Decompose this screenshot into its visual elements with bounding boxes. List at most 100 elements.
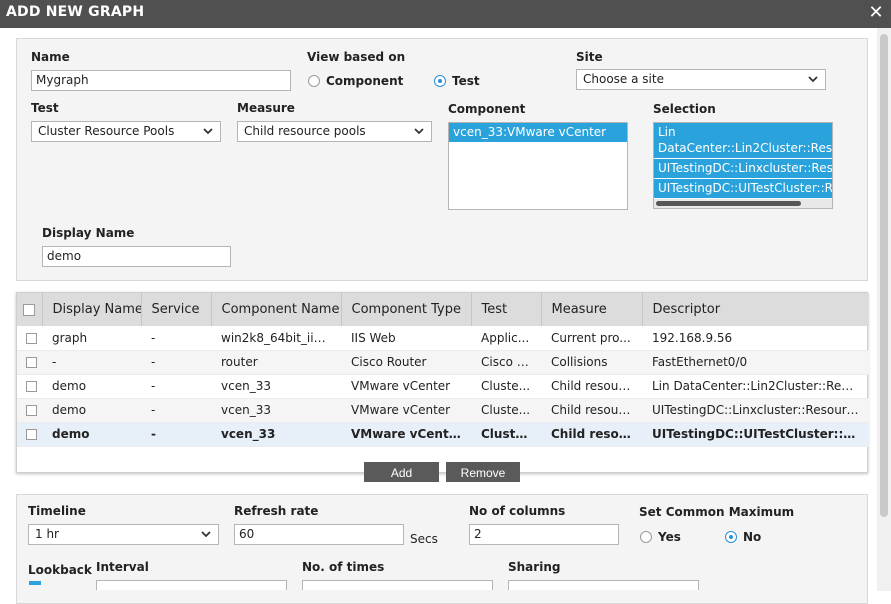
table-cell: router [211, 350, 341, 375]
table-cell: - [141, 350, 211, 375]
row-checkbox[interactable] [26, 357, 37, 368]
table-row[interactable]: demo - vcen_33 VMware vCenter Cluste... … [17, 398, 869, 423]
row-select-cell[interactable] [17, 422, 42, 447]
row-select-cell[interactable] [17, 398, 42, 423]
table-cell: Child resou... [541, 422, 642, 447]
chevron-down-icon [808, 76, 818, 83]
view-test-label: Test [452, 74, 480, 88]
refresh-rate-unit: Secs [410, 532, 438, 546]
row-select-cell[interactable] [17, 374, 42, 399]
column-header[interactable]: Measure [541, 293, 643, 326]
no-of-columns-label: No of columns [469, 504, 566, 518]
column-header[interactable]: Descriptor [642, 293, 869, 326]
component-list-item[interactable]: vcen_33:VMware vCenter [449, 123, 627, 142]
sharing-select[interactable] [508, 580, 699, 590]
table-cell: Cisco I... [471, 350, 541, 375]
table-cell: vcen_33 [211, 422, 341, 447]
row-checkbox[interactable] [26, 332, 37, 344]
column-header[interactable]: Test [471, 293, 542, 326]
table-row[interactable]: demo - vcen_33 VMware vCenter Cluste... … [17, 374, 869, 399]
dialog-vertical-scrollbar[interactable] [877, 28, 891, 591]
measure-select[interactable]: Child resource pools [237, 121, 432, 142]
table-cell: demo [42, 374, 141, 399]
table-cell: IIS Web [341, 326, 471, 351]
close-icon[interactable]: ✕ [867, 3, 885, 23]
selection-list-item[interactable]: UITestingDC::Linxcluster::Resources [654, 159, 832, 178]
table-cell: - [42, 350, 141, 375]
view-component-label: Component [326, 74, 404, 88]
interval-input[interactable] [96, 580, 287, 590]
measure-select-value: Child resource pools [244, 124, 366, 138]
table-cell: - [141, 398, 211, 423]
table-cell: VMware vCenter [341, 422, 471, 447]
table-cell: - [141, 326, 211, 351]
table-cell: 192.168.9.56 [642, 326, 869, 351]
display-name-input[interactable]: demo [42, 246, 231, 267]
table-cell: Cluste... [471, 398, 541, 423]
row-select-cell[interactable] [17, 350, 42, 375]
table-cell: graph [42, 326, 141, 351]
table-cell: UITestingDC::Linxcluster::Resources [642, 398, 869, 423]
test-label: Test [31, 101, 59, 115]
selection-horizontal-scrollbar[interactable] [654, 199, 832, 208]
table-cell: - [141, 374, 211, 399]
selection-list-item[interactable]: Lin DataCenter::Lin2Cluster::Resources [654, 123, 832, 158]
add-button[interactable]: Add [364, 462, 439, 482]
dialog-content: Name Mygraph View based on Component Tes… [0, 28, 891, 604]
timeline-select[interactable]: 1 hr [28, 524, 219, 545]
table-row[interactable]: graph - win2k8_64bit_iis_... IIS Web App… [17, 326, 869, 351]
display-name-label: Display Name [42, 226, 135, 240]
site-label: Site [576, 50, 603, 64]
graph-table: Display Name Service Component Name Comp… [16, 292, 869, 473]
common-max-yes-label: Yes [658, 530, 681, 544]
lookback-label: Lookback [28, 563, 92, 577]
row-checkbox[interactable] [26, 405, 37, 416]
scrollbar-thumb[interactable] [880, 34, 888, 517]
selection-listbox[interactable]: Lin DataCenter::Lin2Cluster::Resources U… [653, 122, 833, 209]
table-cell: VMware vCenter [341, 374, 471, 399]
component-label: Component [448, 102, 526, 116]
table-row-selected[interactable]: demo - vcen_33 VMware vCenter Cluste... … [17, 422, 869, 447]
component-listbox[interactable]: vcen_33:VMware vCenter [448, 122, 628, 210]
column-header[interactable]: Component Type [341, 293, 472, 326]
name-input[interactable]: Mygraph [31, 70, 291, 91]
selection-list-item[interactable]: UITestingDC::UITestCluster::Resources [654, 179, 832, 198]
no-of-times-label: No. of times [302, 560, 385, 574]
view-test-radio[interactable]: Test [434, 74, 480, 88]
radio-on-icon [434, 75, 446, 87]
graph-definition-panel: Name Mygraph View based on Component Tes… [16, 38, 868, 281]
common-max-no-radio[interactable]: No [725, 530, 761, 544]
column-header[interactable]: Display Name [42, 293, 142, 326]
refresh-rate-input[interactable]: 60 [234, 524, 404, 545]
table-cell: Applic... [471, 326, 541, 351]
no-of-times-input[interactable] [302, 580, 493, 590]
select-all-checkbox[interactable] [23, 303, 35, 316]
graph-settings-panel: Timeline 1 hr Refresh rate 60 Secs No of… [16, 494, 868, 604]
table-cell: Lin DataCenter::Lin2Cluster::Resour... [642, 374, 869, 399]
row-select-cell[interactable] [17, 326, 42, 351]
row-checkbox[interactable] [26, 381, 37, 392]
common-max-no-label: No [743, 530, 762, 544]
no-of-columns-input[interactable]: 2 [469, 524, 619, 545]
common-max-yes-radio[interactable]: Yes [640, 530, 681, 544]
dialog-title: ADD NEW GRAPH [6, 4, 145, 20]
scrollbar-thumb[interactable] [656, 201, 801, 206]
view-component-radio[interactable]: Component [308, 74, 403, 88]
table-cell: - [141, 422, 211, 447]
chevron-down-icon [201, 531, 211, 538]
site-select-value: Choose a site [583, 72, 664, 86]
remove-button[interactable]: Remove [446, 462, 520, 482]
test-select[interactable]: Cluster Resource Pools [31, 121, 221, 142]
column-header[interactable]: Component Name [211, 293, 342, 326]
row-checkbox[interactable] [26, 429, 37, 440]
timeline-label: Timeline [28, 504, 86, 518]
chevron-down-icon [414, 128, 424, 135]
table-row[interactable]: - - router Cisco Router Cisco I... Colli… [17, 350, 869, 375]
measure-label: Measure [237, 101, 295, 115]
lookback-checkbox[interactable] [29, 581, 41, 585]
radio-on-icon [725, 531, 737, 543]
site-select[interactable]: Choose a site [576, 69, 826, 90]
refresh-rate-label: Refresh rate [234, 504, 319, 518]
column-header[interactable]: Service [141, 293, 212, 326]
select-all-cell[interactable] [17, 293, 43, 326]
